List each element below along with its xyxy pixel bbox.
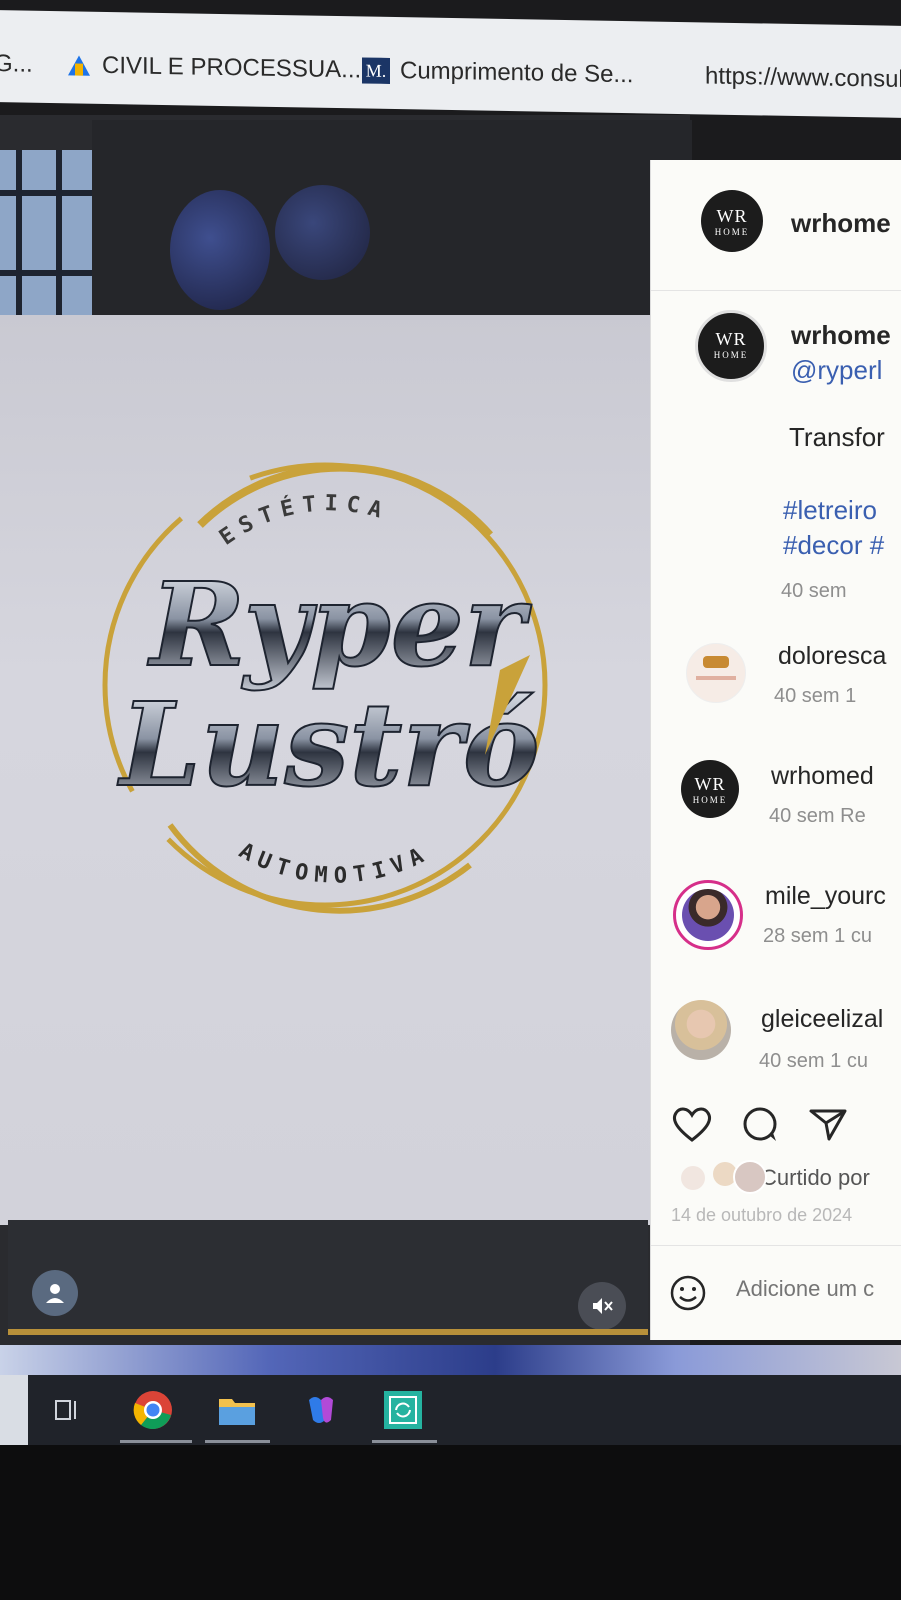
send-icon[interactable]	[807, 1105, 849, 1143]
google-ads-icon	[68, 55, 90, 76]
bookmark-item[interactable]: G...	[0, 50, 33, 79]
comment-username[interactable]: gleiceelizal	[761, 1005, 883, 1034]
comment-meta: 28 sem 1 cu	[763, 925, 872, 947]
comment-meta: 40 sem 1 cu	[759, 1050, 868, 1072]
avatar[interactable]	[686, 643, 746, 703]
chrome-icon	[133, 1391, 172, 1430]
comment-icon[interactable]	[739, 1105, 781, 1143]
header-username[interactable]: wrhome	[791, 208, 891, 239]
bookmark-item[interactable]: https://www.consul	[705, 62, 901, 93]
logo-brand-line2: Lustró	[117, 678, 540, 813]
post-date: 14 de outubro de 2024	[671, 1205, 853, 1225]
post-actions	[671, 1105, 849, 1143]
post-mention[interactable]: @ryperl	[791, 355, 882, 386]
comment-username[interactable]: wrhomed	[771, 762, 874, 791]
bookmark-label: Cumprimento de Se...	[400, 57, 634, 89]
post-caption: Transfor	[789, 422, 885, 452]
user-icon	[46, 1284, 64, 1303]
post-header: WR HOME wrhome	[651, 160, 901, 291]
bookmarks-bar: G... CIVIL E PROCESSUA... M. Cumprimento…	[0, 10, 901, 118]
chrome-button[interactable]	[128, 1385, 178, 1435]
video-controls	[8, 1220, 648, 1335]
post-username[interactable]: wrhome	[791, 320, 891, 351]
post-age: 40 sem	[781, 580, 847, 602]
comment-username[interactable]: doloresca	[778, 642, 886, 671]
add-comment-input[interactable]	[736, 1276, 901, 1302]
bookmark-label: G...	[0, 50, 33, 78]
comment-meta: 40 sem Re	[769, 805, 866, 827]
ryper-lustro-logo: ESTÉTICA Ryper Lustró AUTOMOTIVA	[102, 462, 548, 914]
lamp-image	[275, 185, 370, 280]
avatar[interactable]	[673, 880, 743, 950]
comment-meta: 40 sem 1	[774, 685, 857, 707]
lamp-image	[170, 190, 270, 310]
app-button[interactable]	[378, 1385, 428, 1435]
bookmark-item[interactable]: CIVIL E PROCESSUA...	[68, 51, 361, 84]
heart-icon[interactable]	[671, 1105, 713, 1143]
instagram-post-panel: WR HOME wrhome WR HOME wrhome @ryperl Tr…	[650, 160, 901, 1340]
bookmark-item[interactable]: M. Cumprimento de Se...	[362, 56, 633, 89]
avatar[interactable]: WR HOME	[695, 310, 767, 382]
window-image	[0, 150, 92, 315]
svg-text:ESTÉTICA: ESTÉTICA	[215, 491, 392, 550]
copilot-icon	[309, 1397, 333, 1423]
post-hashtags[interactable]: #letreiro	[783, 495, 877, 526]
folder-icon	[219, 1399, 255, 1425]
site-favicon-icon: M.	[362, 57, 390, 84]
comment-username[interactable]: mile_yourc	[765, 882, 886, 911]
bookmark-label: https://www.consul	[705, 62, 901, 93]
post-hashtags[interactable]: #decor #	[783, 530, 884, 561]
task-view-icon	[55, 1400, 76, 1420]
taskbar	[0, 1375, 901, 1445]
avatar[interactable]	[671, 1000, 731, 1060]
avatar[interactable]: WR HOME	[701, 190, 763, 252]
profile-button[interactable]	[32, 1270, 78, 1316]
bookmark-label: CIVIL E PROCESSUA...	[102, 51, 362, 84]
avatar[interactable]: WR HOME	[681, 760, 739, 818]
liked-by-text[interactable]: Curtido por	[761, 1165, 870, 1191]
emoji-icon[interactable]	[669, 1274, 707, 1312]
task-view-button[interactable]	[42, 1385, 92, 1435]
logo-brand-line1: Ryper	[147, 558, 532, 693]
monitor-bezel	[0, 1445, 901, 1600]
sync-app-icon	[384, 1391, 422, 1429]
mute-button[interactable]	[578, 1282, 626, 1330]
add-comment-row	[651, 1245, 901, 1341]
svg-text:AUTOMOTIVA: AUTOMOTIVA	[235, 839, 434, 889]
mute-icon	[593, 1298, 613, 1314]
copilot-button[interactable]	[296, 1385, 346, 1435]
liked-by-avatars	[671, 1160, 767, 1194]
file-explorer-button[interactable]	[212, 1385, 262, 1435]
